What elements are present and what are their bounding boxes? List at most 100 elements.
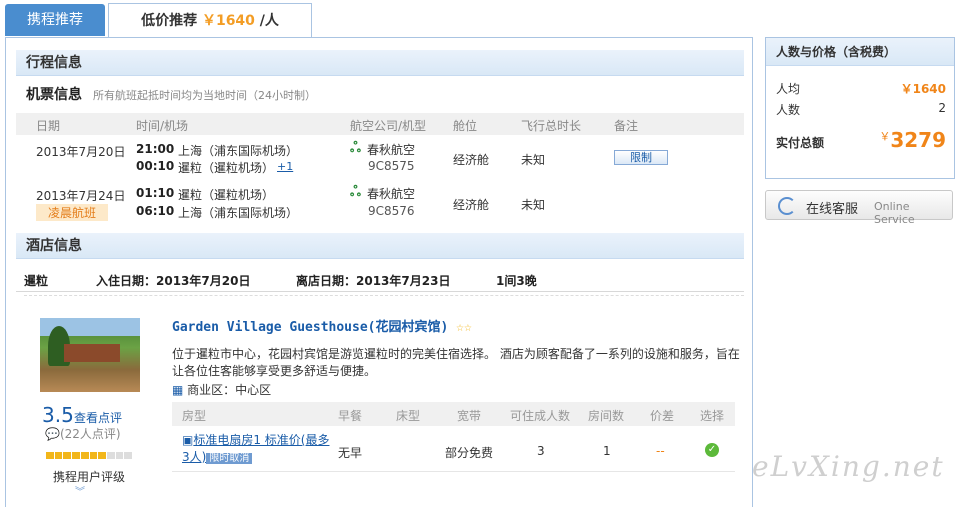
chevron-down-icon[interactable]: ︾	[75, 483, 85, 498]
room-breakfast: 无早	[338, 446, 363, 460]
col-breakfast: 早餐	[338, 409, 363, 423]
rating-segment	[106, 452, 115, 459]
rating-segment	[89, 452, 98, 459]
hotel-description: 位于暹粒市中心，花园村宾馆是游览暹粒时的完美住宿选择。 酒店为顾客配备了一系列的…	[172, 347, 740, 378]
per-person-row: 人均 ￥1640	[776, 80, 946, 97]
room-row: ▣标准电扇房1 标准价(最多3人) 限时取消 无早 部分免费 3 1 -- ✓	[172, 428, 735, 472]
tab-low-price-label: 低价推荐	[141, 13, 198, 29]
arr-airport: 暹粒（暹粒机场）	[178, 161, 275, 175]
hotel-photo[interactable]	[40, 318, 140, 392]
hotel-city: 暹粒	[24, 274, 49, 288]
flight-duration: 未知	[521, 153, 546, 167]
people-label: 人数	[776, 103, 801, 117]
col-airline: 航空公司/机型	[350, 119, 427, 133]
rating-segment	[80, 452, 89, 459]
comment-icon: 💬	[45, 427, 60, 441]
hotel-name[interactable]: Garden Village Guesthouse(花园村宾馆) ☆☆	[172, 316, 472, 335]
flight-title: 机票信息	[26, 87, 82, 103]
flight-number: 9C8576	[368, 204, 415, 218]
flight-date: 2013年7月20日	[36, 145, 126, 159]
total-label: 实付总额	[776, 136, 825, 150]
total-row: 实付总额 ￥3279	[776, 126, 946, 156]
dep-airport: 上海（浦东国际机场）	[178, 144, 299, 158]
col-adults: 可住成人数	[510, 409, 571, 423]
col-duration: 飞行总时长	[521, 119, 582, 133]
restriction-button[interactable]: 限制	[614, 150, 668, 165]
rooms-nights: 1间3晚	[496, 274, 537, 288]
photo-roof	[64, 344, 120, 362]
price-panel: 人数与价格（含税费） 人均 ￥1640 人数 2 实付总额 ￥3279	[765, 37, 955, 179]
star-rating-icon: ☆☆	[456, 320, 472, 335]
total-amount: ￥3279	[879, 128, 946, 152]
flight-date: 2013年7月24日	[36, 189, 126, 203]
flight-note: 所有航班起抵时间均为当地时间（24小时制）	[93, 89, 316, 102]
col-room-type: 房型	[182, 409, 207, 423]
total-value: 3279	[890, 128, 946, 152]
selected-check-icon[interactable]: ✓	[705, 443, 719, 457]
district-text: 商业区：中心区	[187, 383, 272, 397]
building-icon: ▦	[172, 383, 184, 397]
dep-time: 01:10	[136, 186, 175, 200]
image-icon: ▣	[182, 433, 194, 447]
cabin-class: 经济舱	[453, 198, 490, 212]
flight-number: 9C8575	[368, 159, 415, 173]
airline-logo-icon: ஃ	[350, 140, 361, 156]
room-broadband: 部分免费	[445, 446, 494, 460]
per-person-value: ￥1640	[900, 82, 946, 96]
flight-row: 2013年7月20日 21:00 上海（浦东国际机场） 00:10 暹粒（暹粒机…	[16, 140, 744, 184]
tab-low-price-unit: /人	[259, 13, 279, 29]
next-day-link[interactable]: +1	[277, 160, 293, 173]
col-broadband: 宽带	[457, 409, 482, 423]
col-remark: 备注	[614, 119, 639, 133]
col-cabin: 舱位	[453, 119, 478, 133]
room-count: 1	[603, 444, 611, 458]
col-select: 选择	[700, 409, 725, 423]
flight-table-header: 日期 时间/机场 航空公司/机型 舱位 飞行总时长 备注	[16, 113, 744, 135]
price-panel-title: 人数与价格（含税费）	[766, 38, 954, 66]
rating-segment	[98, 452, 106, 459]
checkin-date: 入住日期：2013年7月20日	[96, 274, 251, 288]
user-rating-label: 携程用户评级	[53, 470, 126, 484]
review-count: 💬(22人点评)	[45, 425, 121, 442]
total-currency: ￥	[879, 130, 891, 143]
rating-segment	[124, 452, 133, 459]
hotel-name-text[interactable]: Garden Village Guesthouse(花园村宾馆)	[172, 320, 448, 335]
room-adults: 3	[537, 444, 545, 458]
rating-segment	[115, 452, 124, 459]
flight-duration: 未知	[521, 198, 546, 212]
airline-name: 春秋航空	[367, 187, 416, 201]
hotel-score: 3.5	[42, 403, 74, 427]
room-name[interactable]: 标准电扇房1 标准价(最多3人)	[182, 433, 329, 464]
cabin-class: 经济舱	[453, 153, 490, 167]
col-date: 日期	[36, 119, 61, 133]
view-reviews-link[interactable]: 查看点评	[74, 409, 122, 426]
online-service-button[interactable]: 在线客服 Online Service	[765, 190, 953, 226]
review-count-text: (22人点评)	[59, 427, 121, 441]
col-price-diff: 价差	[650, 409, 675, 423]
people-row: 人数 2	[776, 101, 946, 118]
dep-time: 21:00	[136, 142, 175, 156]
flight-row: 2013年7月24日 凌晨航班 01:10 暹粒（暹粒机场） 06:10 上海（…	[16, 184, 744, 229]
room-table-header: 房型 早餐 床型 宽带 可住成人数 房间数 价差 选择	[172, 402, 735, 426]
online-service-label: 在线客服	[806, 202, 859, 217]
room-name-cell[interactable]: ▣标准电扇房1 标准价(最多3人) 限时取消	[182, 432, 332, 467]
people-value: 2	[938, 101, 946, 115]
hotel-header: 酒店信息	[16, 233, 744, 259]
room-price-diff: --	[656, 444, 665, 458]
dep-airport: 暹粒（暹粒机场）	[178, 188, 275, 202]
rating-segment	[46, 452, 54, 459]
arr-time: 00:10	[136, 159, 175, 173]
tab-ctrip-recommend[interactable]: 携程推荐	[5, 4, 105, 36]
airline-logo-icon: ஃ	[350, 184, 361, 200]
user-rating-bar	[46, 452, 133, 459]
rating-segment	[54, 452, 63, 459]
itinerary-header: 行程信息	[16, 50, 744, 76]
tab-low-price[interactable]: 低价推荐 ￥1640 /人	[108, 3, 312, 38]
per-person-label: 人均	[776, 82, 801, 96]
rating-segment	[63, 452, 72, 459]
hotel-district: ▦ 商业区：中心区	[172, 381, 271, 398]
col-rooms: 房间数	[588, 409, 625, 423]
col-time-airport: 时间/机场	[136, 119, 189, 133]
checkout-date: 离店日期：2013年7月23日	[296, 274, 451, 288]
rating-segment	[72, 452, 80, 459]
